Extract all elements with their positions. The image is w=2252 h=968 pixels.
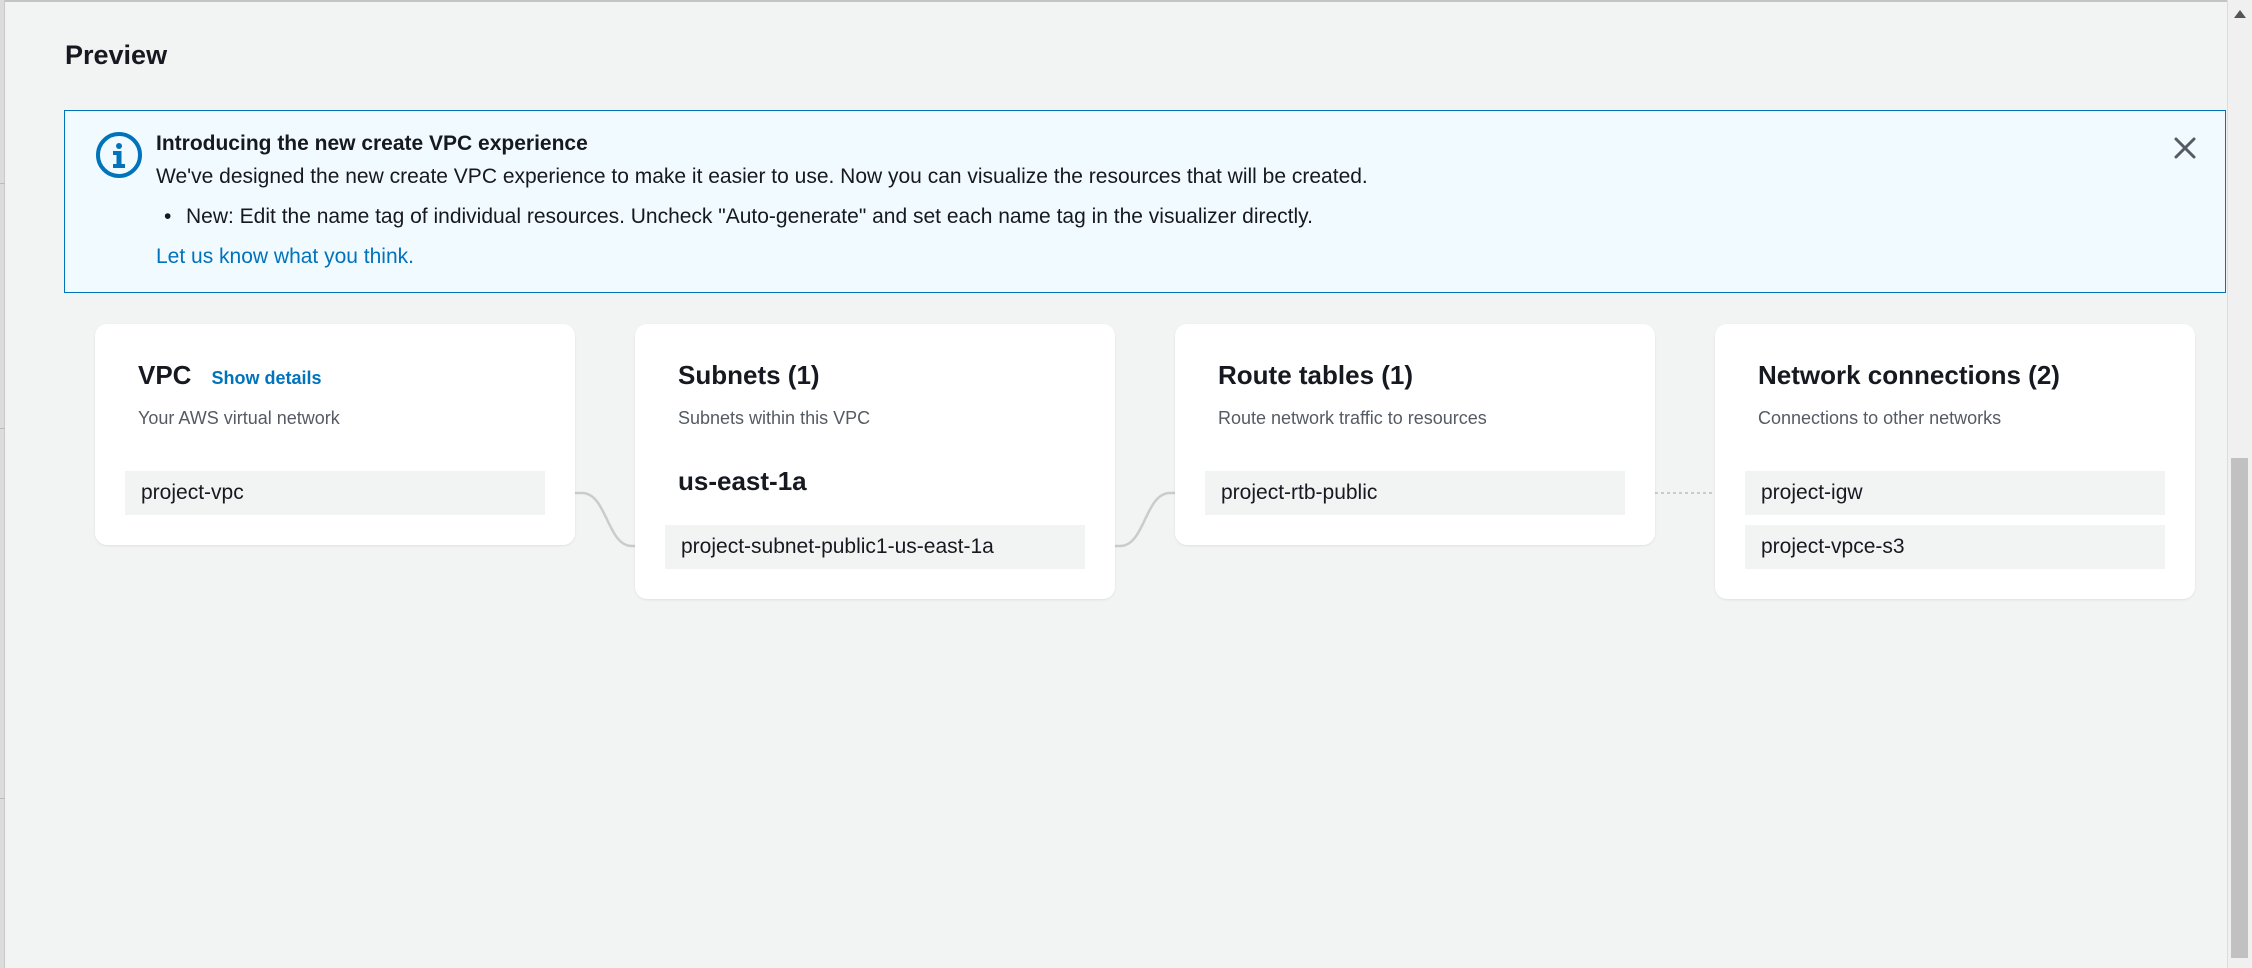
subnets-card-subtitle: Subnets within this VPC [678, 408, 871, 428]
availability-zone-label: us-east-1a [678, 466, 807, 496]
network-connections-card: Network connections (2) Connections to o… [1715, 324, 2195, 599]
scrollbar-thumb[interactable] [2231, 458, 2248, 958]
feedback-link[interactable]: Let us know what you think. [156, 245, 414, 269]
vpc-resource[interactable]: project-vpc [125, 471, 545, 515]
route-tables-card: Route tables (1) Route network traffic t… [1175, 324, 1655, 545]
close-icon[interactable] [2168, 131, 2202, 165]
info-banner: Introducing the new create VPC experienc… [64, 110, 2226, 293]
internet-gateway-resource[interactable]: project-igw [1745, 471, 2165, 515]
window-top-border [0, 0, 2227, 2]
left-panel-tick [0, 798, 5, 799]
route-tables-card-title: Route tables (1) [1218, 360, 1414, 390]
subnets-card-title: Subnets (1) [678, 360, 820, 390]
vpc-card: VPC Show details Your AWS virtual network… [95, 324, 575, 545]
vpc-endpoint-resource[interactable]: project-vpce-s3 [1745, 525, 2165, 569]
left-panel-tick [0, 428, 5, 429]
scroll-up-arrow-icon[interactable] [2234, 10, 2246, 18]
left-panel-tick [0, 183, 5, 184]
route-tables-card-subtitle: Route network traffic to resources [1218, 408, 1487, 428]
route-table-resource[interactable]: project-rtb-public [1205, 471, 1625, 515]
page-title: Preview [65, 40, 168, 70]
subnets-card: Subnets (1) Subnets within this VPC us-e… [635, 324, 1115, 599]
left-panel-edge [0, 0, 5, 968]
vpc-card-title: VPC Show details [138, 360, 322, 391]
banner-title: Introducing the new create VPC experienc… [156, 132, 588, 155]
subnet-resource[interactable]: project-subnet-public1-us-east-1a [665, 525, 1085, 569]
banner-bullet: New: Edit the name tag of individual res… [164, 205, 1313, 229]
network-connections-card-subtitle: Connections to other networks [1758, 408, 2002, 428]
vpc-title-text: VPC [138, 360, 192, 390]
show-details-link[interactable]: Show details [211, 368, 321, 388]
vertical-scrollbar[interactable] [2227, 0, 2252, 968]
info-icon [96, 132, 142, 178]
vpc-card-subtitle: Your AWS virtual network [138, 408, 340, 428]
network-connections-card-title: Network connections (2) [1758, 360, 2060, 390]
banner-body: We've designed the new create VPC experi… [156, 165, 1368, 188]
